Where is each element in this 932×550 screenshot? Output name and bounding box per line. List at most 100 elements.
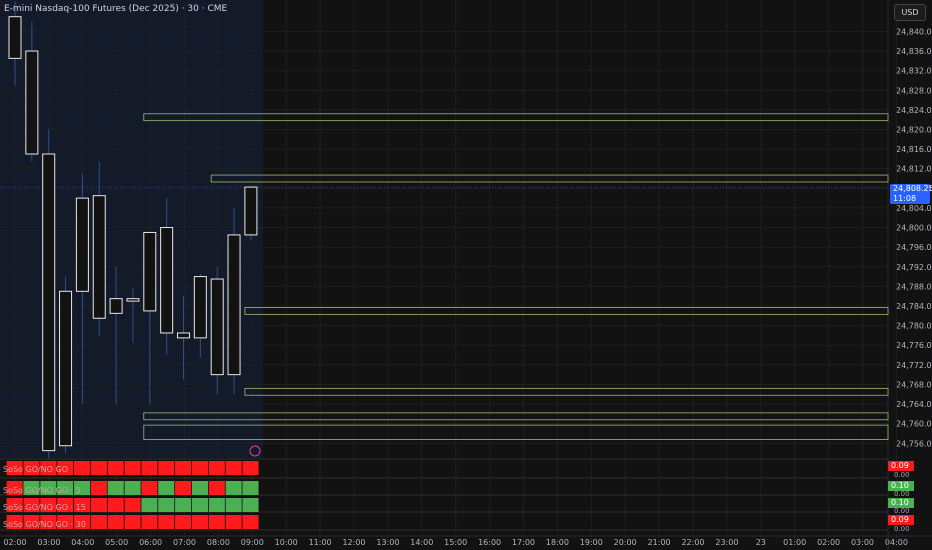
x-tick-label: 14:00 bbox=[410, 538, 433, 547]
indicator-value-4: 0.09 bbox=[888, 515, 914, 525]
x-tick-label: 07:00 bbox=[173, 538, 196, 547]
signal-cell-2 bbox=[242, 481, 259, 495]
y-tick-label: 24,796.00 bbox=[896, 243, 932, 252]
signal-cell-3 bbox=[90, 498, 107, 512]
price-chart[interactable]: 24,840.00 24,836.00 24,832.00 24,828.00 24,8… bbox=[0, 0, 932, 550]
indicator-label-3[interactable]: SoSo GO/NO GO · 15 bbox=[3, 503, 86, 512]
y-tick-label: 24,804.00 bbox=[896, 204, 932, 213]
candle-body bbox=[244, 186, 258, 236]
y-tick-label: 24,768.00 bbox=[896, 380, 932, 389]
signal-cell-1 bbox=[158, 461, 175, 475]
x-tick-label: 22:00 bbox=[681, 538, 704, 547]
indicator-label-1[interactable]: SoSo GO/NO GO bbox=[3, 465, 68, 474]
y-tick-label: 24,760.00 bbox=[896, 420, 932, 429]
x-tick-label: 23 bbox=[756, 538, 766, 547]
zone-2 bbox=[210, 174, 889, 183]
y-tick-label: 24,820.00 bbox=[896, 125, 932, 134]
indicator-label-2[interactable]: SoSo GO/NO GO · 5 bbox=[3, 486, 81, 495]
y-tick-label: 24,816.00 bbox=[896, 145, 932, 154]
indicator-label-4[interactable]: SoSo GO/NO GO · 30 bbox=[3, 520, 86, 529]
candle-body bbox=[177, 332, 190, 339]
indicator-zero-4: 0.00 bbox=[894, 525, 910, 533]
candle-body bbox=[109, 298, 123, 314]
y-tick-label: 24,828.00 bbox=[896, 86, 932, 95]
y-tick-label: 24,784.00 bbox=[896, 302, 932, 311]
bar-countdown: 11:08 bbox=[893, 194, 917, 203]
x-tick-label: 16:00 bbox=[478, 538, 501, 547]
signal-cell-2 bbox=[141, 481, 158, 495]
zone-4 bbox=[244, 387, 889, 396]
candle-body bbox=[8, 16, 22, 59]
signal-cell-1 bbox=[107, 461, 124, 475]
x-tick-label: 17:00 bbox=[512, 538, 535, 547]
x-tick-label: 03:00 bbox=[851, 538, 874, 547]
currency-button[interactable]: USD bbox=[894, 4, 926, 21]
y-tick-label: 24,792.00 bbox=[896, 263, 932, 272]
candle-body bbox=[92, 195, 106, 319]
candle-body bbox=[25, 50, 39, 155]
signal-cell-1 bbox=[74, 461, 91, 475]
signal-cell-3 bbox=[158, 498, 175, 512]
x-tick-label: 15:00 bbox=[444, 538, 467, 547]
candle-body bbox=[210, 278, 224, 376]
signal-cell-4 bbox=[242, 515, 259, 529]
signal-cell-4 bbox=[191, 515, 208, 529]
signal-cell-3 bbox=[225, 498, 242, 512]
signal-cell-4 bbox=[141, 515, 158, 529]
signal-cell-2 bbox=[175, 481, 192, 495]
x-tick-label: 13:00 bbox=[376, 538, 399, 547]
signal-cell-4 bbox=[225, 515, 242, 529]
x-tick-label: 03:00 bbox=[37, 538, 60, 547]
signal-cell-1 bbox=[208, 461, 225, 475]
candle-body bbox=[227, 234, 241, 376]
x-tick-label: 04:00 bbox=[71, 538, 94, 547]
x-tick-label: 01:00 bbox=[783, 538, 806, 547]
y-tick-label: 24,840.00 bbox=[896, 27, 932, 36]
x-tick-label: 19:00 bbox=[580, 538, 603, 547]
signal-cell-3 bbox=[242, 498, 259, 512]
indicator-zero-3: 0.00 bbox=[894, 507, 910, 515]
signal-cell-4 bbox=[175, 515, 192, 529]
signal-cell-1 bbox=[124, 461, 141, 475]
signal-cell-1 bbox=[175, 461, 192, 475]
signal-cell-4 bbox=[158, 515, 175, 529]
y-tick-label: 24,836.00 bbox=[896, 47, 932, 56]
signal-cell-1 bbox=[225, 461, 242, 475]
signal-cell-4 bbox=[107, 515, 124, 529]
signal-cell-2 bbox=[208, 481, 225, 495]
x-tick-label: 05:00 bbox=[105, 538, 128, 547]
candle-body bbox=[75, 197, 89, 292]
x-tick-label: 02:00 bbox=[817, 538, 840, 547]
y-tick-label: 24,756.00 bbox=[896, 439, 932, 448]
x-tick-label: 20:00 bbox=[614, 538, 637, 547]
y-tick-label: 24,764.00 bbox=[896, 400, 932, 409]
candle-body bbox=[193, 276, 207, 339]
x-tick-label: 12:00 bbox=[342, 538, 365, 547]
last-price-tag: 24,808.25 11:08 bbox=[890, 184, 932, 204]
last-price-value: 24,808.25 bbox=[893, 184, 932, 193]
signal-cell-4 bbox=[124, 515, 141, 529]
signal-cell-3 bbox=[191, 498, 208, 512]
y-tick-label: 24,776.00 bbox=[896, 341, 932, 350]
candle-body bbox=[143, 231, 157, 312]
indicator-zero-2: 0.00 bbox=[894, 490, 910, 498]
signal-cell-1 bbox=[242, 461, 259, 475]
x-tick-label: 08:00 bbox=[207, 538, 230, 547]
signal-cell-4 bbox=[90, 515, 107, 529]
x-tick-label: 21:00 bbox=[648, 538, 671, 547]
indicator-value-1: 0.09 bbox=[888, 461, 914, 471]
x-tick-label: 10:00 bbox=[275, 538, 298, 547]
signal-cell-1 bbox=[90, 461, 107, 475]
signal-cell-1 bbox=[191, 461, 208, 475]
y-tick-label: 24,780.00 bbox=[896, 322, 932, 331]
candle-body bbox=[42, 153, 56, 452]
signal-cell-2 bbox=[225, 481, 242, 495]
symbol-title[interactable]: E-mini Nasdaq-100 Futures (Dec 2025) · 3… bbox=[4, 4, 227, 14]
x-tick-label: 06:00 bbox=[139, 538, 162, 547]
chart-window: 24,840.00 24,836.00 24,832.00 24,828.00 24,8… bbox=[0, 0, 932, 550]
signal-cell-3 bbox=[124, 498, 141, 512]
signal-cell-3 bbox=[141, 498, 158, 512]
x-tick-label: 23:00 bbox=[715, 538, 738, 547]
y-tick-label: 24,812.00 bbox=[896, 165, 932, 174]
x-tick-label: 18:00 bbox=[546, 538, 569, 547]
